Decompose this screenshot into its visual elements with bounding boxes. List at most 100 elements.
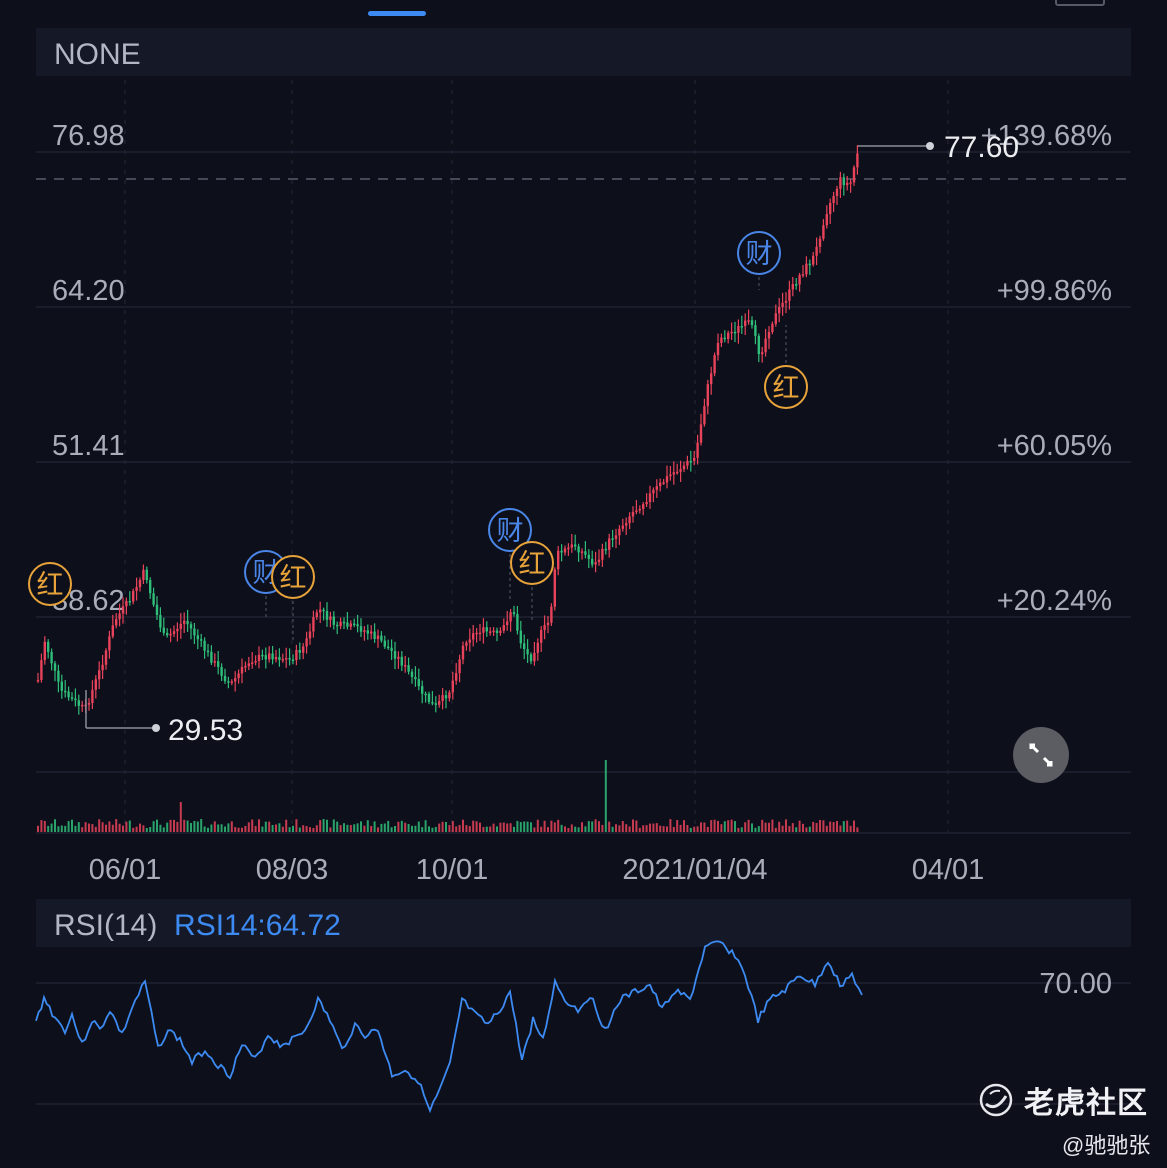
candle-body: [220, 666, 223, 676]
volume-bar: [795, 827, 798, 832]
candle-body: [353, 623, 356, 626]
x-axis-label: 04/01: [912, 854, 985, 886]
fullscreen-button[interactable]: [1013, 727, 1069, 783]
high-price-label: 77.60: [944, 131, 1019, 164]
volume-bar: [278, 823, 281, 832]
candle-body: [64, 690, 67, 693]
candle-body: [808, 263, 811, 266]
volume-bar: [237, 827, 240, 832]
volume-bar: [465, 825, 468, 832]
volume-bar: [526, 821, 529, 832]
candle-body: [223, 675, 227, 682]
candle-body: [784, 300, 788, 303]
candle-body: [40, 660, 43, 680]
volume-bar: [234, 827, 237, 832]
volume-bar: [560, 824, 563, 832]
volume-bar: [94, 826, 97, 832]
candle-body: [81, 704, 84, 707]
candle-body: [145, 569, 148, 581]
volume-bar: [98, 819, 101, 832]
candle-body: [264, 655, 267, 660]
volume-bar: [652, 823, 655, 832]
candle-body: [60, 681, 63, 691]
candle-body: [356, 624, 359, 627]
volume-bar: [574, 826, 577, 832]
volume-bar: [43, 820, 46, 832]
candle-body: [543, 625, 546, 630]
candle-body: [455, 673, 458, 681]
candle-body: [696, 442, 699, 458]
candle-body: [298, 650, 301, 653]
volume-bar: [251, 819, 254, 832]
candle-body: [574, 544, 577, 547]
volume-bar: [812, 821, 815, 832]
volume-bar: [322, 819, 325, 832]
candle-body: [67, 691, 70, 698]
volume-bar: [666, 826, 668, 832]
volume-bar: [819, 819, 821, 832]
candle-body: [580, 551, 584, 553]
candle-body: [291, 659, 295, 661]
candle-body: [308, 631, 312, 639]
volume-bar: [404, 822, 407, 832]
volume-bar: [506, 823, 509, 832]
candle-body: [723, 337, 726, 340]
volume-bar: [482, 826, 485, 832]
volume-bar: [472, 820, 475, 832]
volume-bar: [584, 826, 587, 832]
volume-bar: [659, 825, 662, 832]
x-axis-label: 06/01: [89, 854, 162, 886]
volume-bar: [417, 821, 420, 832]
volume-bar: [761, 819, 764, 832]
candle-body: [604, 548, 607, 551]
candle-body: [849, 182, 852, 184]
candle-body: [332, 616, 335, 625]
candle-body: [159, 614, 162, 628]
volume-bar: [200, 819, 203, 832]
candle-body: [94, 679, 97, 690]
volume-bar: [798, 820, 801, 832]
candle-body: [359, 626, 363, 632]
watermark: 老虎社区: [978, 1078, 1148, 1122]
volume-bar: [601, 824, 604, 832]
candle-body: [489, 631, 492, 633]
candle-body: [536, 642, 539, 653]
candle-body: [577, 546, 580, 553]
candle-body: [506, 621, 509, 626]
candle-body: [98, 670, 101, 680]
candle-body: [591, 558, 594, 565]
candle-body: [196, 635, 199, 640]
candle-body: [325, 610, 329, 620]
volume-bar: [764, 822, 767, 832]
candle-body: [431, 702, 434, 704]
volume-bar: [676, 820, 679, 832]
volume-bar: [492, 823, 495, 832]
volume-bar: [649, 823, 651, 832]
volume-bar: [547, 827, 549, 832]
candle-body: [526, 649, 529, 655]
volume-bar: [224, 826, 226, 832]
candle-body: [363, 630, 366, 632]
volume-bar: [135, 826, 138, 832]
y-axis-left-label: 64.20: [52, 275, 125, 307]
candle-body: [376, 635, 380, 640]
candle-body: [509, 612, 512, 622]
candle-body: [747, 320, 750, 322]
candle-body: [43, 641, 46, 661]
candle-body: [237, 673, 240, 679]
volume-bar: [281, 826, 284, 832]
candle-body: [465, 642, 468, 646]
dividend-marker-label: 红: [37, 570, 64, 600]
candle-body: [512, 612, 516, 614]
candle-body: [631, 511, 635, 517]
candle-body: [247, 663, 250, 667]
volume-bar: [207, 827, 209, 832]
volume-bar: [414, 825, 417, 832]
price-chart[interactable]: 76.9864.2051.4138.62+139.68%+99.86%+60.0…: [0, 0, 1167, 1168]
candle-body: [682, 465, 686, 470]
volume-bar: [530, 822, 532, 832]
volume-bar: [516, 820, 519, 832]
volume-bar: [706, 826, 709, 832]
volume-bar: [329, 827, 332, 832]
candle-body: [135, 587, 138, 591]
